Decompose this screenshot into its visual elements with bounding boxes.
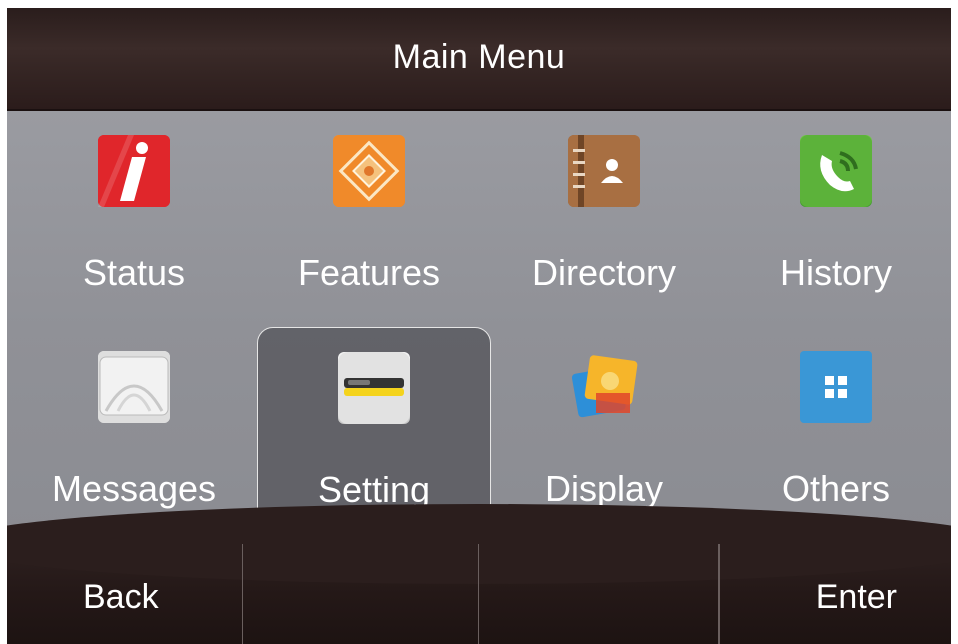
- back-softkey[interactable]: Back: [7, 544, 243, 644]
- menu-item-label: Features: [297, 252, 441, 293]
- menu-item-label: Status: [82, 252, 186, 293]
- title-bar: Main Menu: [7, 8, 951, 111]
- menu-item-messages[interactable]: Messages: [17, 327, 251, 531]
- display-icon: [568, 351, 640, 423]
- menu-item-label: Others: [781, 468, 891, 509]
- menu-item-label: History: [779, 252, 892, 293]
- enter-label: Enter: [815, 578, 897, 616]
- menu-item-setting[interactable]: Setting: [257, 327, 491, 531]
- envelope-icon: [98, 351, 170, 423]
- menu-item-label: Directory: [531, 252, 677, 293]
- info-icon: [98, 135, 170, 207]
- softkey-2[interactable]: [243, 544, 479, 644]
- softkey-bar: Back Enter: [7, 504, 951, 644]
- settings-icon: [338, 352, 410, 424]
- phone-history-icon: [800, 135, 872, 207]
- page-title: Main Menu: [392, 38, 566, 76]
- enter-softkey[interactable]: Enter: [719, 544, 951, 644]
- menu-item-features[interactable]: Features: [252, 111, 486, 315]
- menu-item-directory[interactable]: Directory: [487, 111, 721, 315]
- menu-item-status[interactable]: Status: [17, 111, 251, 315]
- menu-item-display[interactable]: Display: [487, 327, 721, 531]
- directory-icon: [568, 135, 640, 207]
- menu-item-label: Display: [544, 468, 664, 509]
- main-menu-grid: Status Features Directory History Messag…: [7, 111, 951, 544]
- menu-item-history[interactable]: History: [719, 111, 951, 315]
- grid-icon: [800, 351, 872, 423]
- features-icon: [333, 135, 405, 207]
- menu-item-others[interactable]: Others: [719, 327, 951, 531]
- softkey-3[interactable]: [479, 544, 719, 644]
- menu-item-label: Messages: [51, 468, 217, 509]
- phone-screen: Main Menu Status Features Directory Hist…: [7, 8, 951, 644]
- back-label: Back: [83, 578, 159, 616]
